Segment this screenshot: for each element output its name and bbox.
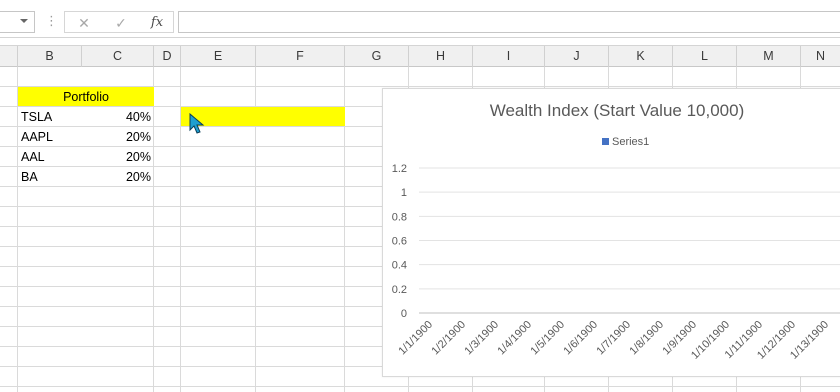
ticker-cell[interactable]: AAL	[18, 147, 82, 166]
y-tick-label: 0.2	[392, 284, 407, 296]
insert-function-icon[interactable]: fx	[146, 14, 168, 32]
column-header[interactable]: K	[609, 46, 673, 67]
y-tick-label: 0.8	[392, 211, 407, 223]
cancel-icon[interactable]: ✕	[73, 14, 95, 32]
ticker-cell[interactable]: TSLA	[18, 107, 82, 126]
column-header-a[interactable]	[0, 46, 18, 67]
ticker-cell[interactable]: BA	[18, 167, 82, 186]
column-header[interactable]: B	[18, 46, 82, 67]
x-tick-label: 1/4/1900	[495, 319, 534, 358]
column-header[interactable]: G	[345, 46, 409, 67]
column-headers: B C D E F G H I J K L M N	[0, 45, 840, 67]
column-header[interactable]: N	[801, 46, 840, 67]
formula-bar-grip-icon[interactable]: ⋮	[45, 13, 58, 29]
weight-cell[interactable]: 40%	[82, 107, 154, 126]
x-tick-label: 1/7/1900	[594, 319, 633, 358]
y-tick-label: 1.2	[392, 163, 407, 175]
y-tick-label: 0	[401, 308, 407, 320]
formula-buttons: ✕ ✓ fx	[64, 11, 174, 33]
y-tick-label: 0.4	[392, 260, 407, 272]
column-header[interactable]: L	[673, 46, 737, 67]
x-tick-label: 1/2/1900	[429, 319, 468, 358]
x-tick-label: 1/6/1900	[561, 319, 600, 358]
formula-input[interactable]	[178, 11, 840, 33]
x-tick-label: 1/8/1900	[627, 319, 666, 358]
x-tick-label: 1/1/1900	[396, 319, 435, 358]
portfolio-header-cell[interactable]: Portfolio	[18, 87, 154, 106]
weight-cell[interactable]: 20%	[82, 147, 154, 166]
column-header[interactable]: F	[256, 46, 345, 67]
name-box-dropdown-icon[interactable]	[20, 19, 28, 23]
column-header[interactable]: I	[473, 46, 545, 67]
column-header[interactable]: M	[737, 46, 801, 67]
formula-bar: ⋮ ✕ ✓ fx	[0, 0, 840, 38]
column-header[interactable]: J	[545, 46, 609, 67]
weight-cell[interactable]: 20%	[82, 167, 154, 186]
chart-plot-area: 1.2 1 0.8 0.6 0.4 0.2 01/1/19001/2/19001/3/190…	[392, 163, 840, 362]
wealth-index-chart[interactable]: Wealth Index (Start Value 10,000) Series…	[382, 88, 840, 377]
enter-icon[interactable]: ✓	[110, 14, 132, 32]
weight-cell[interactable]: 20%	[82, 127, 154, 146]
y-tick-label: 1	[401, 187, 407, 199]
column-header[interactable]: D	[154, 46, 181, 67]
column-header[interactable]: H	[409, 46, 473, 67]
column-header[interactable]: C	[82, 46, 154, 67]
column-header[interactable]: E	[181, 46, 256, 67]
mouse-cursor-icon	[189, 113, 205, 134]
x-tick-label: 1/5/1900	[528, 319, 567, 358]
x-tick-label: 1/3/1900	[462, 319, 501, 358]
name-box[interactable]	[0, 11, 35, 33]
ticker-cell[interactable]: AAPL	[18, 127, 82, 146]
y-tick-label: 0.6	[392, 236, 407, 248]
